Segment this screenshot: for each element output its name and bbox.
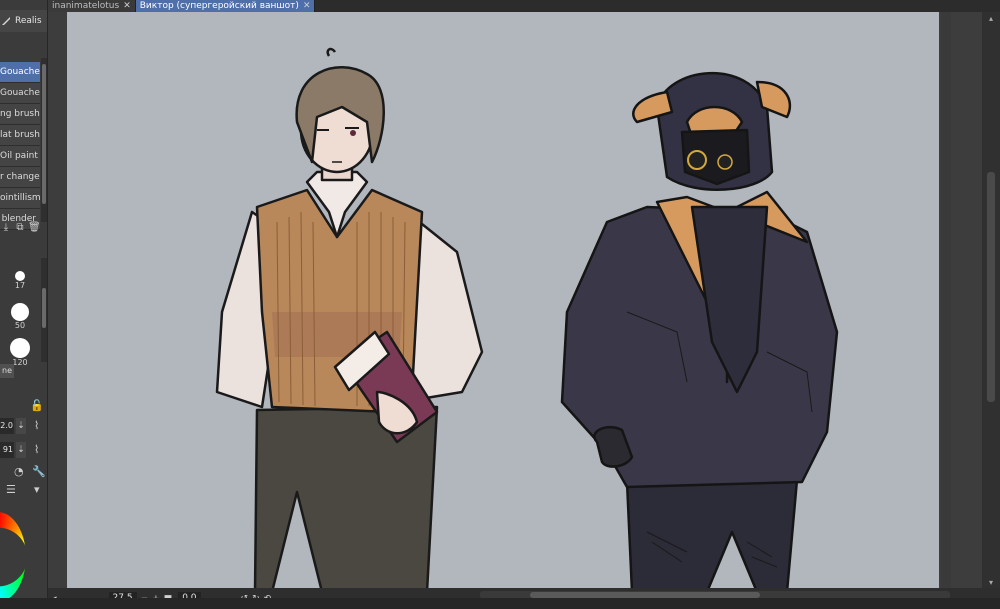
brush-size-label: 17 [14, 280, 26, 290]
close-icon[interactable]: ✕ [123, 0, 131, 12]
subtool-item[interactable]: lat brush [0, 125, 40, 146]
tool-group-label: Realis [15, 16, 42, 26]
brush-size-scrollbar[interactable] [41, 258, 47, 362]
subtool-scrollbar[interactable] [41, 58, 47, 222]
artwork [215, 47, 839, 588]
vertical-scrollbar[interactable]: ▴ ▾ [982, 12, 1000, 588]
character-vest-boy [215, 47, 484, 588]
left-tool-panel: Realis Gouache Gouache ng brush lat brus… [0, 0, 48, 609]
scrollbar-thumb[interactable] [42, 64, 46, 204]
size-value[interactable]: 2.0 [0, 418, 14, 434]
brush-size-item[interactable]: 17 [0, 262, 40, 298]
character-hooded-figure [560, 72, 839, 588]
color-wheel[interactable] [0, 512, 26, 602]
subtool-item[interactable]: ointillism [0, 188, 40, 209]
tab-inanimatelotus[interactable]: inanimatelotus ✕ [48, 0, 136, 12]
tab-label: Виктор (супергеройский ваншот) [139, 1, 299, 11]
settings-list-icon[interactable]: ☰ [6, 483, 16, 496]
document-tab-bar: inanimatelotus ✕ Виктор (супергеройский … [48, 0, 1000, 12]
lock-icon[interactable]: 🔓 [30, 399, 44, 412]
pen-pressure-icon[interactable]: ⌇ [34, 443, 39, 456]
tool-property-panel: 🔓 2.0 ⇣ ⌇ 91 ⇣ ⌇ ◔ 🔧 ☰ ▾ [0, 395, 47, 496]
brush-icon [2, 17, 10, 25]
clip-studio-window: inanimatelotus ✕ Виктор (супергеройский … [0, 0, 1000, 609]
chevron-down-icon[interactable]: ⇣ [16, 418, 26, 434]
brush-dot-icon [11, 302, 29, 321]
duplicate-icon[interactable]: ⧉ [14, 222, 26, 234]
tab-viktor[interactable]: Виктор (супергеройский ваншот) ✕ [135, 0, 316, 12]
download-icon[interactable]: ⤓ [0, 222, 12, 234]
trash-icon[interactable]: 🗑 [28, 222, 41, 234]
size-property: 2.0 ⇣ ⌇ [0, 417, 47, 435]
brush-dot-icon [15, 270, 25, 281]
canvas-side-strip [941, 12, 951, 588]
bottom-strip [0, 598, 1000, 609]
subtool-item[interactable]: r change [0, 167, 40, 188]
panel-tab[interactable]: ne [0, 364, 14, 378]
opacity-value[interactable]: 91 [0, 442, 14, 458]
brush-size-label: 120 [12, 357, 28, 367]
brush-size-label: 50 [14, 320, 26, 330]
scrollbar-thumb[interactable] [987, 172, 995, 402]
pen-pressure-icon[interactable]: ⌇ [34, 419, 39, 432]
scroll-up-icon[interactable]: ▴ [986, 14, 996, 23]
brush-size-item[interactable]: 50 [0, 298, 40, 334]
canvas-viewport[interactable] [48, 12, 982, 588]
wrench-icon[interactable]: 🔧 [32, 465, 46, 478]
chevron-down-icon[interactable]: ⇣ [16, 442, 26, 458]
scrollbar-thumb[interactable] [42, 288, 46, 328]
subtool-list: Gouache Gouache ng brush lat brush Oil p… [0, 62, 40, 230]
brush-dot-icon [10, 337, 30, 358]
opacity-property: 91 ⇣ ⌇ [0, 441, 47, 459]
stabilizer-icon[interactable]: ◔ [14, 465, 24, 478]
panel-menu-icon[interactable]: ▾ [34, 483, 40, 496]
subtool-item[interactable]: Gouache [0, 83, 40, 104]
brush-size-list: 17 50 120 [0, 262, 40, 370]
sub-tool-group-header[interactable]: Realis [0, 10, 47, 32]
close-icon[interactable]: ✕ [303, 0, 311, 12]
subtool-actions: ⤓ ⧉ 🗑 [0, 222, 47, 236]
scroll-down-icon[interactable]: ▾ [986, 578, 996, 587]
subtool-item[interactable]: Gouache [0, 62, 40, 83]
subtool-item[interactable]: Oil paint [0, 146, 40, 167]
drawing-canvas[interactable] [67, 12, 939, 588]
subtool-item[interactable]: ng brush [0, 104, 40, 125]
tab-label: inanimatelotus [52, 1, 120, 11]
